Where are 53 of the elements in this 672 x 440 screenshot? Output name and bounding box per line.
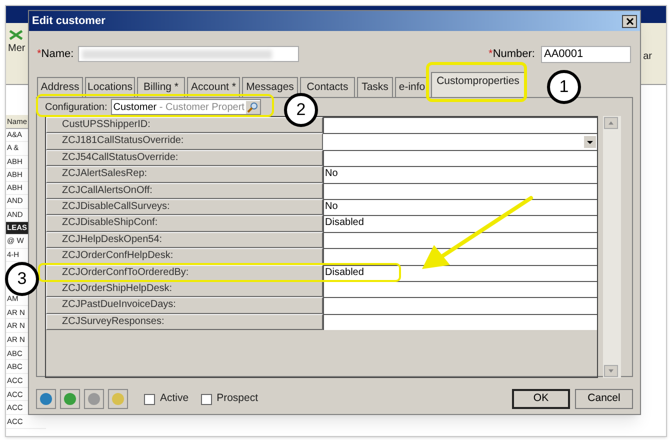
property-label: ZCJDisableShipConf:: [46, 215, 323, 232]
close-icon: [626, 18, 634, 24]
property-label: ZCJAlertSalesRep:: [46, 166, 323, 183]
tab[interactable]: e-info: [395, 77, 429, 97]
property-dropdown[interactable]: [323, 133, 597, 150]
property-value[interactable]: [323, 314, 597, 330]
window-title: Edit customer: [32, 14, 106, 29]
field-label: *Name:: [37, 46, 74, 62]
tab[interactable]: Address: [37, 77, 83, 97]
tab[interactable]: Account *: [187, 77, 240, 97]
checkbox[interactable]: [144, 394, 155, 404]
checkbox[interactable]: [200, 394, 212, 404]
property-label: ZCJ54CallStatusOverride:: [46, 150, 323, 166]
property-label: CustUPSShipperID:: [46, 117, 323, 134]
property-label: ZCJHelpDeskOpen54:: [46, 232, 323, 248]
property-value[interactable]: [323, 232, 597, 248]
property-value[interactable]: [323, 117, 597, 134]
toolbar-label[interactable]: Mer: [8, 41, 26, 56]
property-label: ZCJ181CallStatusOverride:: [46, 133, 323, 150]
checkbox-label: Active: [160, 391, 189, 406]
tab[interactable]: Customproperties: [431, 72, 525, 97]
tab[interactable]: Tasks: [357, 77, 393, 97]
property-value[interactable]: [323, 182, 597, 199]
checkbox-label: Prospect: [216, 391, 258, 406]
property-value[interactable]: [323, 150, 597, 166]
property-value[interactable]: No: [323, 198, 597, 216]
tab[interactable]: Locations: [85, 77, 135, 97]
dialog-button[interactable]: OK: [512, 389, 570, 409]
search-icon[interactable]: [246, 100, 260, 114]
property-value[interactable]: [323, 297, 597, 314]
close-button[interactable]: [622, 14, 637, 28]
number-field[interactable]: AA0001: [541, 46, 631, 62]
property-label: ZCJOrderConfHelpDesk:: [46, 248, 323, 265]
name-field[interactable]: [78, 46, 299, 62]
property-label: ZCJDisableCallSurveys:: [46, 198, 323, 216]
property-value[interactable]: [323, 248, 597, 265]
tab[interactable]: Contacts: [300, 77, 355, 97]
dialog-button[interactable]: Cancel: [575, 389, 633, 409]
field-value: Customer - Customer Propert: [113, 100, 244, 114]
property-value[interactable]: Disabled: [323, 215, 597, 232]
property-label: ZCJSurveyResponses:: [46, 314, 323, 330]
field-label: Configuration:: [45, 100, 108, 114]
property-value[interactable]: Disabled: [323, 264, 597, 281]
property-label: ZCJCallAlertsOnOff:: [46, 182, 323, 199]
configuration-field[interactable]: Customer - Customer Propert: [111, 99, 262, 115]
toolbar-label[interactable]: ar: [643, 49, 652, 64]
property-label: ZCJOrderShipHelpDesk:: [46, 280, 323, 298]
field-label: *Number:: [488, 46, 535, 62]
tab[interactable]: Messages: [242, 77, 298, 97]
property-value[interactable]: No: [323, 166, 597, 183]
property-label: ZCJPastDueInvoiceDays:: [46, 297, 323, 314]
tab[interactable]: Billing *: [137, 77, 185, 97]
property-value[interactable]: [323, 280, 597, 298]
